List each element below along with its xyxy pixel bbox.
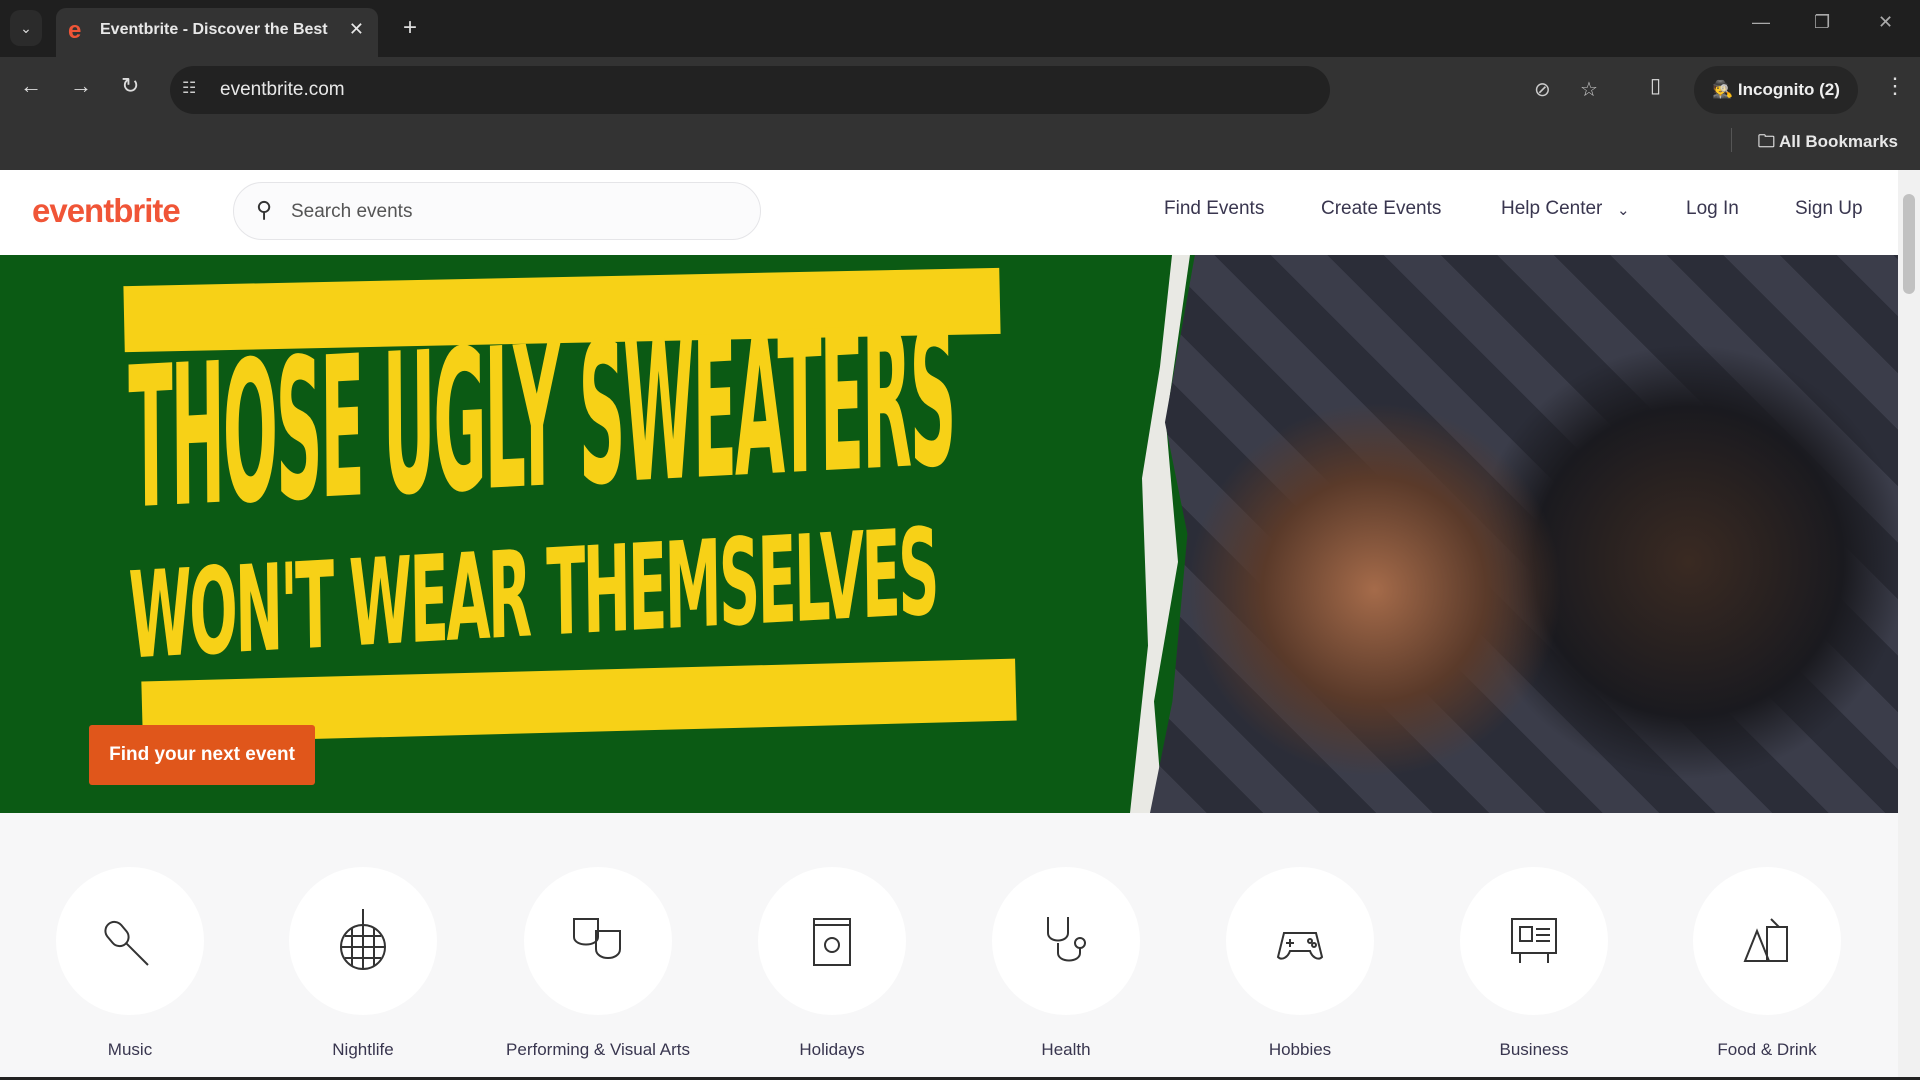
- forward-icon[interactable]: →: [70, 73, 92, 99]
- divider: [1731, 128, 1732, 152]
- browser-tab[interactable]: e Eventbrite - Discover the Best Local E…: [56, 8, 378, 57]
- category-performing-arts[interactable]: Performing & Visual Arts: [498, 867, 698, 1061]
- category-hobbies[interactable]: Hobbies: [1200, 867, 1400, 1061]
- microphone-icon: [104, 920, 149, 966]
- category-label: Business: [1499, 1040, 1569, 1059]
- presentation-board-icon: [1511, 918, 1557, 963]
- category-holidays[interactable]: Holidays: [732, 867, 932, 1061]
- minimize-icon[interactable]: —: [1752, 12, 1770, 33]
- new-tab-button[interactable]: +: [390, 12, 430, 46]
- side-panel-icon[interactable]: ▯: [1650, 73, 1661, 98]
- category-music[interactable]: Music: [30, 867, 230, 1061]
- address-bar[interactable]: ☷ eventbrite.com ⊘ ☆: [170, 66, 1598, 114]
- all-bookmarks-button[interactable]: 🗀 All Bookmarks: [1758, 129, 1898, 158]
- category-label: Hobbies: [1268, 1040, 1332, 1059]
- folder-icon: 🗀: [1757, 132, 1779, 151]
- category-label: Health: [1041, 1040, 1091, 1059]
- category-label: Performing & Visual Arts: [506, 1040, 690, 1059]
- site-header: eventbrite ⚲ Search events Find Events C…: [0, 170, 1898, 255]
- category-health[interactable]: Health: [966, 867, 1166, 1061]
- theater-masks-icon: [573, 918, 621, 959]
- back-icon[interactable]: ←: [20, 73, 42, 99]
- nav-find-events[interactable]: Find Events: [1164, 198, 1264, 220]
- incognito-icon: 🕵: [1712, 80, 1738, 99]
- party-photo: [1150, 255, 1898, 813]
- category-label: Music: [107, 1040, 153, 1059]
- calendar-sun-icon: [813, 918, 851, 966]
- search-input[interactable]: ⚲ Search events: [233, 182, 761, 240]
- nav-create-events[interactable]: Create Events: [1321, 198, 1441, 220]
- tab-search-button[interactable]: ⌄: [10, 10, 42, 46]
- eventbrite-logo[interactable]: eventbrite: [32, 192, 181, 230]
- browser-tab-bar: ⌄ e Eventbrite - Discover the Best Local…: [0, 0, 1920, 57]
- scrollbar-thumb[interactable]: [1903, 194, 1915, 294]
- category-label: Holidays: [799, 1040, 865, 1059]
- nav-sign-up[interactable]: Sign Up: [1795, 198, 1863, 220]
- tab-title: Eventbrite - Discover the Best Local Eve…: [100, 21, 330, 38]
- search-icon: ⚲: [256, 197, 273, 222]
- food-drink-icon: [1743, 918, 1788, 962]
- reload-icon[interactable]: ↻: [121, 73, 139, 99]
- category-nightlife[interactable]: Nightlife: [263, 867, 463, 1061]
- category-label: Nightlife: [332, 1040, 394, 1059]
- bookmarks-label: All Bookmarks: [1778, 132, 1898, 151]
- restore-icon[interactable]: ❐: [1814, 12, 1830, 33]
- menu-icon[interactable]: ⋮: [1884, 73, 1906, 99]
- gamepad-icon: [1276, 932, 1324, 960]
- disco-ball-icon: [340, 909, 386, 970]
- incognito-label: Incognito (2): [1737, 80, 1840, 99]
- category-business[interactable]: Business: [1434, 867, 1634, 1061]
- hero-banner: THOSE UGLY SWEATERS WON'T WEAR THEMSELVE…: [0, 255, 1898, 813]
- page-scrollbar[interactable]: [1898, 170, 1920, 1077]
- nav-help-center[interactable]: Help Center: [1501, 198, 1602, 220]
- bookmark-star-icon[interactable]: ☆: [1580, 77, 1598, 102]
- url-text[interactable]: eventbrite.com: [220, 79, 345, 101]
- search-placeholder: Search events: [291, 201, 413, 222]
- browser-toolbar: ← → ↻ ☷ eventbrite.com ⊘ ☆ ▯ 🕵 Incognito…: [0, 57, 1920, 170]
- nav-log-in[interactable]: Log In: [1686, 198, 1739, 220]
- tracking-off-icon[interactable]: ⊘: [1534, 77, 1551, 102]
- category-label: Food & Drink: [1717, 1040, 1817, 1059]
- category-food-drink[interactable]: Food & Drink: [1667, 867, 1867, 1061]
- find-next-event-button[interactable]: Find your next event: [89, 725, 315, 785]
- incognito-button[interactable]: 🕵 Incognito (2): [1694, 66, 1858, 114]
- chevron-down-icon[interactable]: ⌄: [1617, 201, 1630, 219]
- eventbrite-favicon-icon: e: [68, 17, 82, 44]
- site-settings-icon[interactable]: ☷: [182, 78, 196, 98]
- close-window-icon[interactable]: ✕: [1878, 12, 1893, 33]
- close-tab-icon[interactable]: ✕: [349, 19, 364, 40]
- stethoscope-icon: [1047, 917, 1086, 962]
